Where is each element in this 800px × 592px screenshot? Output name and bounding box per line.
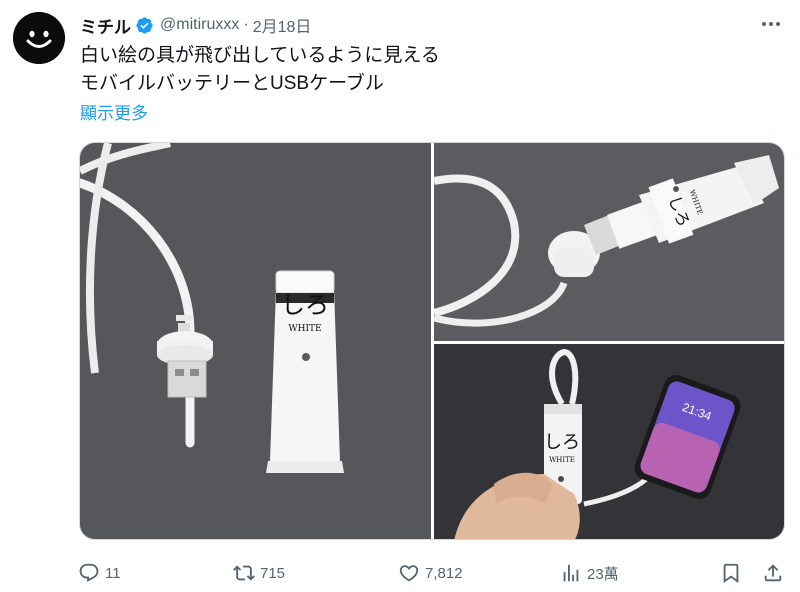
retweet-count: 715 (260, 564, 286, 582)
separator-dot: · (243, 16, 249, 33)
tweet-actions: 11 715 7,812 23萬 (78, 560, 788, 586)
show-more-link[interactable]: 顯示更多 (80, 99, 148, 124)
tube-label: しろ (281, 291, 329, 319)
bookmark-button[interactable] (720, 560, 742, 586)
reply-icon (78, 562, 100, 584)
retweet-button[interactable]: 715 (233, 560, 285, 586)
photo-battery-with-usb-plugged-into-cap[interactable]: しろ WHITE (434, 143, 784, 341)
reply-button[interactable]: 11 (78, 560, 121, 586)
post-date[interactable]: 2月18日 (253, 13, 312, 37)
photo-hand-holding-battery-charging-phone[interactable]: しろ WHITE 21:34 (434, 344, 784, 539)
reply-count: 11 (105, 564, 121, 582)
tweet-text: 白い絵の具が飛び出しているように見える モバイルバッテリーとUSBケーブル (80, 42, 440, 98)
smiley-face-avatar-icon (13, 12, 65, 64)
views-count: 23萬 (587, 565, 619, 583)
verified-badge-icon[interactable] (135, 16, 154, 35)
views-button[interactable]: 23萬 (560, 560, 619, 586)
tube-label: しろ (544, 432, 580, 453)
like-count: 7,812 (425, 564, 463, 582)
heart-icon (398, 562, 420, 584)
handle[interactable]: @mitiruxxx (160, 16, 239, 34)
photo-paint-tube-battery-with-usb-cable[interactable]: しろ WHITE (80, 143, 431, 539)
views-bar-chart-icon (560, 562, 582, 584)
tweet-line: モバイルバッテリーとUSBケーブル (80, 73, 384, 94)
tweet-line: 白い絵の具が飛び出しているように見える (80, 45, 440, 66)
retweet-icon (233, 562, 255, 584)
more-options-icon[interactable] (760, 16, 782, 32)
tube-sublabel: WHITE (549, 456, 575, 464)
media-grid: しろ WHITE しろ WHITE しろ WHITE 21:34 (79, 142, 785, 540)
bookmark-icon (720, 562, 742, 584)
like-button[interactable]: 7,812 (398, 560, 463, 586)
display-name[interactable]: ミチル (80, 13, 131, 38)
tube-sublabel: WHITE (288, 324, 321, 334)
avatar[interactable] (13, 12, 65, 64)
share-icon (762, 562, 784, 584)
tweet-header: ミチル @mitiruxxx · 2月18日 (80, 13, 311, 37)
share-button[interactable] (762, 560, 784, 586)
